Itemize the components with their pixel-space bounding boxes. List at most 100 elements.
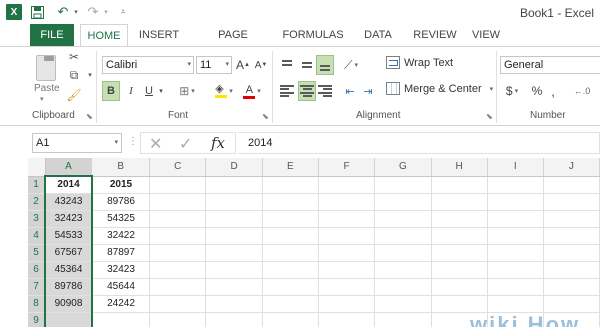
- cell-f4[interactable]: [318, 227, 376, 245]
- cell-b8[interactable]: 24242: [91, 295, 151, 313]
- cell-a3[interactable]: 32423: [44, 210, 93, 228]
- cell-g9[interactable]: [374, 312, 432, 327]
- cell-a1[interactable]: 2014: [44, 175, 93, 194]
- name-box[interactable]: A1 ▾: [32, 133, 122, 153]
- column-header-i[interactable]: I: [487, 158, 544, 177]
- cell-g8[interactable]: [374, 295, 432, 313]
- format-painter-icon[interactable]: 🖌: [66, 87, 82, 103]
- cell-i8[interactable]: [487, 295, 544, 313]
- decrease-indent-button[interactable]: ⇤: [342, 81, 358, 101]
- cell-c9[interactable]: [149, 312, 207, 327]
- cell-i5[interactable]: [487, 244, 544, 262]
- redo-icon[interactable]: ↷: [86, 4, 100, 20]
- cell-f2[interactable]: [318, 193, 376, 211]
- cell-e2[interactable]: [262, 193, 319, 211]
- underline-dropdown-icon[interactable]: ▾: [156, 81, 166, 101]
- tab-insert[interactable]: INSERT: [134, 24, 184, 46]
- cell-j4[interactable]: [543, 227, 600, 245]
- cell-j7[interactable]: [543, 278, 600, 296]
- cell-c4[interactable]: [149, 227, 207, 245]
- cut-icon[interactable]: ✂: [66, 49, 82, 65]
- formula-input[interactable]: 2014: [238, 132, 600, 154]
- bold-button[interactable]: B: [102, 81, 120, 101]
- row-header[interactable]: 9: [28, 312, 46, 327]
- cell-j3[interactable]: [543, 210, 600, 228]
- align-center-button[interactable]: [298, 81, 316, 101]
- cell-f3[interactable]: [318, 210, 376, 228]
- cell-d6[interactable]: [205, 261, 263, 279]
- customize-qat-icon[interactable]: ⩡: [118, 4, 128, 20]
- cell-b7[interactable]: 45644: [91, 278, 151, 296]
- cell-a8[interactable]: 90908: [44, 295, 93, 313]
- worksheet-grid[interactable]: A B C D E F G H I J 1 2014 2015 2 43243 89786…: [28, 158, 600, 327]
- bottom-align-button[interactable]: [316, 55, 334, 75]
- top-align-button[interactable]: [278, 55, 296, 75]
- tab-formulas[interactable]: FORMULAS: [282, 24, 344, 46]
- increase-indent-button[interactable]: ⇥: [360, 81, 376, 101]
- save-icon[interactable]: [30, 4, 44, 20]
- clipboard-launcher-icon[interactable]: ⬊: [86, 112, 93, 121]
- column-header-f[interactable]: F: [318, 158, 376, 177]
- cell-a9[interactable]: [44, 312, 93, 327]
- cell-e9[interactable]: [262, 312, 319, 327]
- cell-f9[interactable]: [318, 312, 376, 327]
- cell-d1[interactable]: [205, 176, 263, 194]
- cell-h4[interactable]: [431, 227, 488, 245]
- tab-data[interactable]: DATA: [356, 24, 400, 46]
- font-size-combo[interactable]: 11 ▾: [196, 56, 232, 74]
- increase-decimal-button[interactable]: ←.0: [570, 81, 594, 101]
- italic-button[interactable]: I: [124, 81, 138, 101]
- percent-style-button[interactable]: %: [530, 81, 544, 101]
- cell-i2[interactable]: [487, 193, 544, 211]
- cell-f1[interactable]: [318, 176, 376, 194]
- cell-g7[interactable]: [374, 278, 432, 296]
- cell-g1[interactable]: [374, 176, 432, 194]
- cell-h5[interactable]: [431, 244, 488, 262]
- align-left-button[interactable]: [278, 81, 296, 101]
- cell-f8[interactable]: [318, 295, 376, 313]
- row-header[interactable]: 6: [28, 261, 46, 279]
- cell-e5[interactable]: [262, 244, 319, 262]
- cell-b4[interactable]: 32422: [91, 227, 151, 245]
- cell-c2[interactable]: [149, 193, 207, 211]
- decrease-font-size-button[interactable]: A ▼: [254, 55, 268, 75]
- row-header[interactable]: 2: [28, 193, 46, 211]
- chevron-down-icon[interactable]: ▾: [187, 57, 191, 73]
- cell-f5[interactable]: [318, 244, 376, 262]
- align-right-button[interactable]: [316, 81, 334, 101]
- select-all-corner[interactable]: [28, 158, 46, 177]
- cell-i6[interactable]: [487, 261, 544, 279]
- cell-a5[interactable]: 67567: [44, 244, 93, 262]
- comma-style-button[interactable]: ,: [548, 81, 558, 101]
- cell-j8[interactable]: [543, 295, 600, 313]
- insert-function-button[interactable]: fx: [211, 134, 225, 152]
- cell-h6[interactable]: [431, 261, 488, 279]
- undo-dropdown-icon[interactable]: ▾: [72, 4, 80, 20]
- cell-d7[interactable]: [205, 278, 263, 296]
- cell-h8[interactable]: [431, 295, 488, 313]
- tab-file[interactable]: FILE: [30, 24, 74, 46]
- wrap-text-button[interactable]: Wrap Text: [386, 56, 453, 69]
- cell-d3[interactable]: [205, 210, 263, 228]
- row-header[interactable]: 8: [28, 295, 46, 313]
- cell-g4[interactable]: [374, 227, 432, 245]
- cell-b2[interactable]: 89786: [91, 193, 151, 211]
- cell-a6[interactable]: 45364: [44, 261, 93, 279]
- redo-dropdown-icon[interactable]: ▾: [102, 4, 110, 20]
- fill-color-button[interactable]: ◈ ▾: [212, 81, 236, 101]
- formula-bar-grip-icon[interactable]: ⋮: [128, 136, 138, 147]
- paste-label[interactable]: Paste: [34, 83, 60, 94]
- cell-i7[interactable]: [487, 278, 544, 296]
- font-launcher-icon[interactable]: ⬊: [262, 112, 269, 121]
- column-header-d[interactable]: D: [205, 158, 263, 177]
- cell-a7[interactable]: 89786: [44, 278, 93, 296]
- accounting-format-button[interactable]: $ ▾: [502, 81, 522, 101]
- borders-button[interactable]: ⊞ ▾: [176, 81, 198, 101]
- cell-h1[interactable]: [431, 176, 488, 194]
- cell-i3[interactable]: [487, 210, 544, 228]
- cell-c6[interactable]: [149, 261, 207, 279]
- cell-e3[interactable]: [262, 210, 319, 228]
- cell-d9[interactable]: [205, 312, 263, 327]
- cell-g2[interactable]: [374, 193, 432, 211]
- tab-home[interactable]: HOME: [80, 24, 128, 47]
